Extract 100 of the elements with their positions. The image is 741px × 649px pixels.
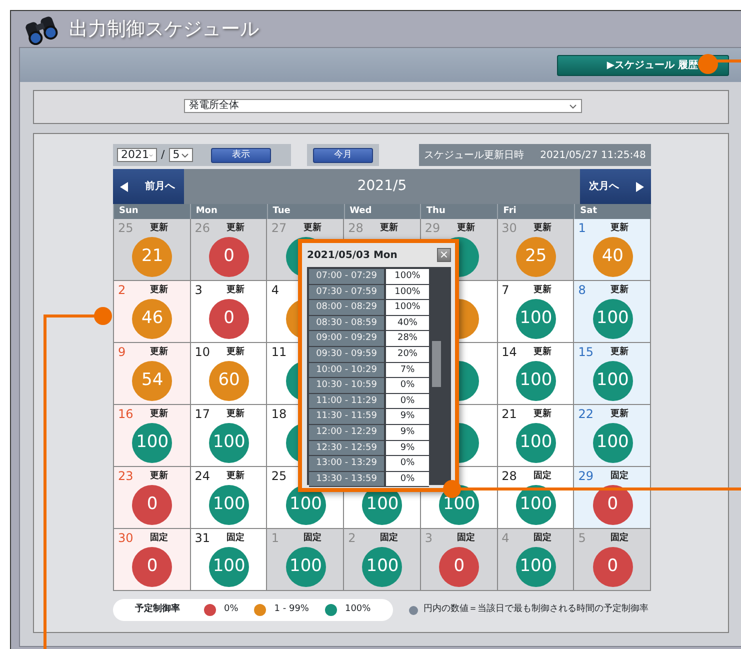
time-cell: 09:30 - 09:59: [309, 346, 384, 363]
day-number: 30: [118, 531, 134, 545]
legend-label: 予定制御率: [135, 603, 180, 616]
rate-circle: 100: [592, 361, 633, 401]
day-number: 5: [578, 531, 587, 545]
status-label: 更新: [380, 221, 398, 235]
day-number: 24: [194, 469, 211, 483]
day-number: 28: [502, 469, 518, 483]
rate-circle: 100: [132, 423, 172, 463]
rate-cell: 7%: [384, 362, 429, 378]
rate-circle: 100: [209, 423, 250, 463]
status-label: 固定: [610, 469, 628, 483]
rate-cell: 0%: [384, 456, 429, 472]
page-title: 出力制御スケジュール: [69, 16, 259, 42]
status-label: 更新: [534, 283, 552, 297]
time-cell: 12:00 - 12:29: [309, 424, 384, 441]
day-number: 23: [118, 469, 134, 483]
status-label: 更新: [610, 221, 628, 235]
day-number: 18: [271, 407, 288, 421]
rate-circle: 100: [209, 547, 250, 587]
status-label: 固定: [150, 531, 168, 545]
rate-circle: 100: [362, 547, 402, 587]
rate-circle: 0: [209, 299, 250, 339]
calendar-title: 2021/5: [184, 169, 580, 204]
status-label: 更新: [534, 345, 552, 359]
rate-circle: 100: [516, 299, 556, 339]
rate-cell: 100%: [384, 284, 429, 300]
status-label: 更新: [226, 469, 245, 483]
update-label: スケジュール更新日時: [424, 148, 524, 162]
status-label: 更新: [226, 283, 245, 297]
rate-circle: 100: [516, 547, 556, 587]
rate-cell: 9%: [384, 409, 429, 425]
time-cell: 13:00 - 13:29: [309, 456, 384, 472]
day-number: 21: [502, 407, 518, 421]
status-label: 更新: [610, 407, 628, 421]
legend-item-label: 0%: [224, 603, 238, 616]
status-label: 固定: [610, 531, 628, 545]
status-label: 更新: [226, 407, 245, 421]
status-label: 更新: [456, 221, 475, 235]
time-cell: 13:30 - 13:59: [309, 472, 384, 488]
date-separator: /: [161, 146, 165, 163]
time-cell: 08:00 - 08:29: [309, 300, 384, 316]
rate-circle: 60: [209, 361, 250, 401]
day-number: 25: [118, 221, 134, 235]
day-number: 10: [194, 345, 211, 359]
day-number: 1: [578, 221, 587, 235]
day-number: 9: [118, 345, 127, 359]
status-label: 固定: [456, 531, 475, 545]
day-number: 15: [578, 345, 595, 359]
day-number: 1: [271, 531, 280, 545]
day-number: 29: [578, 469, 595, 483]
rate-cell: 9%: [384, 424, 429, 441]
status-label: 更新: [150, 469, 168, 483]
rate-cell: 28%: [384, 331, 429, 347]
status-label: 固定: [303, 531, 322, 545]
day-number: 17: [194, 407, 211, 421]
rate-circle: 46: [132, 299, 172, 339]
rate-cell: 100%: [384, 300, 429, 316]
time-cell: 12:30 - 12:59: [309, 440, 384, 456]
time-cell: 11:30 - 11:59: [309, 409, 384, 425]
status-label: 固定: [534, 531, 552, 545]
time-cell: 10:00 - 10:29: [309, 362, 384, 378]
day-number: 4: [502, 531, 510, 545]
legend-item-label: 1 - 99%: [274, 603, 309, 616]
month-select-value: 5: [172, 149, 180, 161]
time-cell: 07:30 - 07:59: [309, 284, 384, 300]
day-number: 27: [271, 221, 288, 235]
rate-cell: 0%: [384, 394, 429, 410]
popup-title: 2021/05/03 Mon: [307, 248, 398, 262]
status-label: 固定: [380, 531, 398, 545]
day-number: 16: [118, 407, 134, 421]
rate-circle: 25: [516, 237, 556, 277]
rate-circle: 100: [592, 299, 633, 339]
rate-circle: 0: [592, 547, 633, 587]
status-label: 更新: [303, 221, 322, 235]
rate-circle: 100: [592, 423, 633, 463]
day-number: 30: [502, 221, 518, 235]
rate-circle: 40: [592, 237, 633, 277]
rate-circle: 100: [209, 485, 250, 525]
status-label: 更新: [150, 407, 168, 421]
update-time: 2021/05/27 11:25:48: [540, 148, 646, 162]
rate-circle: 0: [592, 485, 633, 525]
day-number: 3: [194, 283, 204, 297]
day-number: 14: [502, 345, 518, 359]
status-label: 固定: [534, 469, 552, 483]
day-number: 7: [502, 283, 510, 297]
day-number: 2: [348, 531, 357, 545]
legend-note: 円内の数値＝当該日で最も制御される時間の予定制御率: [424, 603, 649, 616]
day-number: 29: [424, 221, 442, 235]
rate-circle: 21: [132, 237, 172, 277]
rate-cell: 20%: [384, 346, 429, 363]
day-number: 11: [271, 345, 288, 359]
status-label: 更新: [150, 221, 168, 235]
day-number: 28: [348, 221, 364, 235]
day-number: 2: [118, 283, 127, 297]
rate-circle: 100: [286, 547, 326, 587]
day-number: 26: [194, 221, 211, 235]
day-number: 31: [194, 531, 211, 545]
rate-circle: 0: [132, 485, 172, 525]
day-number: 25: [271, 469, 288, 483]
